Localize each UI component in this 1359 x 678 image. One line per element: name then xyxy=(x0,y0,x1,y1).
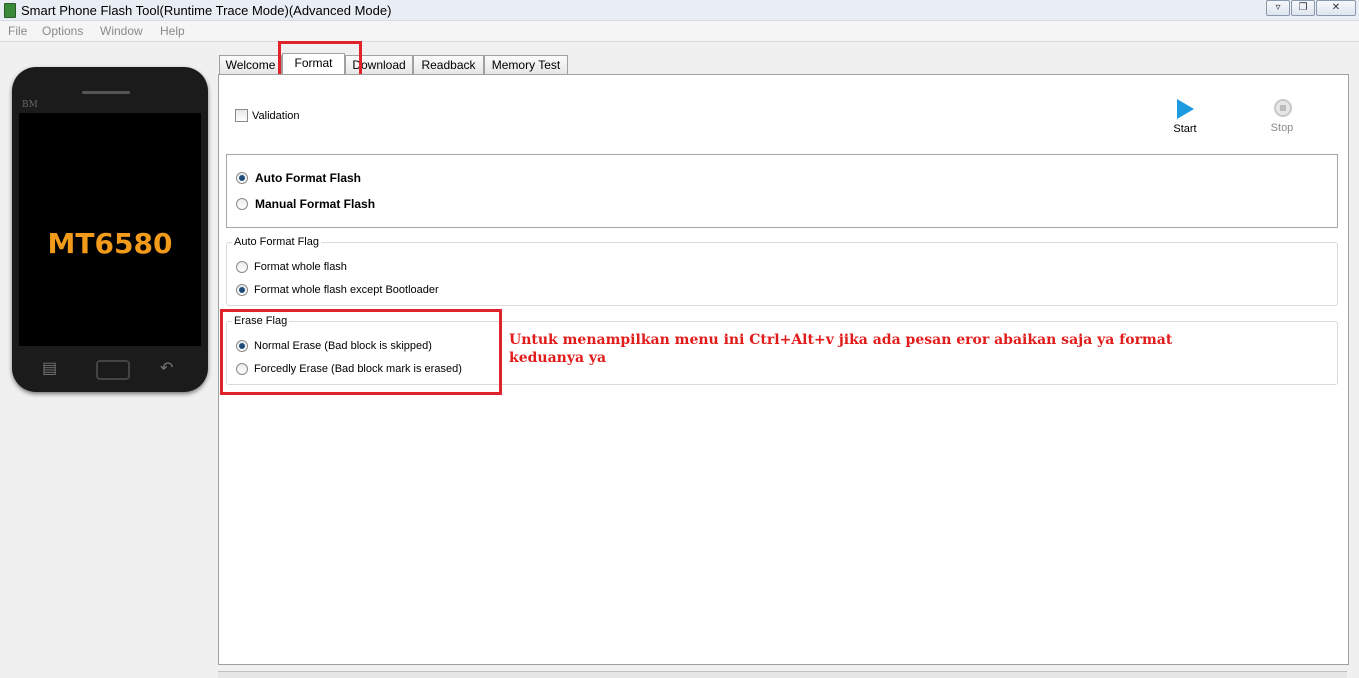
home-key-icon xyxy=(96,360,130,380)
menu-key-icon: ▤ xyxy=(42,360,58,377)
minimize-icon[interactable]: ▿ xyxy=(1266,0,1290,16)
format-whole-flash-label: Format whole flash xyxy=(254,261,347,273)
stop-button[interactable]: Stop xyxy=(1262,122,1302,134)
menu-file[interactable]: File xyxy=(8,24,27,38)
format-whole-flash-radio[interactable] xyxy=(236,261,248,273)
validation-checkbox[interactable] xyxy=(235,109,248,122)
window-title: Smart Phone Flash Tool(Runtime Trace Mod… xyxy=(21,3,392,18)
auto-format-flag-group xyxy=(226,242,1338,306)
tab-welcome[interactable]: Welcome xyxy=(219,55,282,74)
menu-options[interactable]: Options xyxy=(42,24,83,38)
format-mode-group xyxy=(226,154,1338,228)
phone-model: MT6580 xyxy=(47,227,173,260)
menu-window[interactable]: Window xyxy=(100,24,143,38)
title-bar: Smart Phone Flash Tool(Runtime Trace Mod… xyxy=(0,0,1359,21)
annotation-text: Untuk menampilkan menu ini Ctrl+Alt+v ji… xyxy=(509,332,1173,366)
start-button[interactable]: Start xyxy=(1165,123,1205,135)
manual-format-label: Manual Format Flash xyxy=(255,197,376,211)
phone-earpiece xyxy=(82,91,130,94)
tab-memory-test[interactable]: Memory Test xyxy=(484,55,568,74)
tab-readback[interactable]: Readback xyxy=(413,55,484,74)
validation-label: Validation xyxy=(252,110,300,122)
app-icon xyxy=(4,3,16,18)
phone-image: BM MT6580 ▤ ↶ xyxy=(12,67,208,392)
phone-screen: MT6580 xyxy=(19,113,201,346)
stop-icon[interactable] xyxy=(1274,99,1292,117)
auto-format-flag-title: Auto Format Flag xyxy=(232,236,321,248)
back-key-icon: ↶ xyxy=(160,360,174,377)
auto-format-label: Auto Format Flash xyxy=(255,171,362,185)
auto-format-radio[interactable] xyxy=(236,172,248,184)
menu-help[interactable]: Help xyxy=(160,24,185,38)
phone-brand: BM xyxy=(22,100,38,110)
format-except-bootloader-label: Format whole flash except Bootloader xyxy=(254,284,439,296)
manual-format-radio[interactable] xyxy=(236,198,248,210)
close-icon[interactable]: ✕ xyxy=(1316,0,1356,16)
restore-icon[interactable]: ❐ xyxy=(1291,0,1315,16)
play-icon[interactable] xyxy=(1177,99,1194,119)
menu-bar: File Options Window Help xyxy=(0,21,1359,42)
erase-flag-highlight xyxy=(220,309,502,395)
format-except-bootloader-radio[interactable] xyxy=(236,284,248,296)
